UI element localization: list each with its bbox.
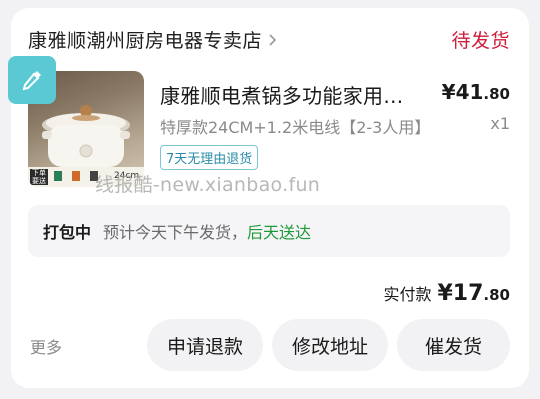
order-card[interactable]: 康雅顺潮州厨房电器专卖店 待发货 下单要送 24cm 康雅顺电煮锅多功能家用… …: [11, 8, 529, 388]
shipping-estimate: 预计今天下午发货，: [103, 223, 248, 242]
paid-amount-row: 实付款 ¥17.80: [383, 281, 510, 306]
paid-label: 实付款: [383, 285, 432, 304]
shipping-status-box[interactable]: 打包中 预计今天下午发货， 后天送达: [28, 205, 510, 257]
floating-dropper-button[interactable]: [8, 56, 56, 104]
order-status: 待发货: [451, 30, 510, 52]
change-address-button[interactable]: 修改地址: [272, 319, 388, 371]
refund-button[interactable]: 申请退款: [147, 319, 263, 371]
store-link[interactable]: 康雅顺潮州厨房电器专卖店: [28, 26, 280, 53]
product-price: ¥41.80: [442, 80, 510, 104]
product-quantity: x1: [490, 114, 510, 133]
shipping-arrival: 后天送达: [247, 223, 312, 242]
shipping-label: 打包中: [43, 223, 92, 242]
price-integer: 41: [455, 80, 484, 104]
urge-shipping-button[interactable]: 催发货: [397, 319, 510, 371]
product-title[interactable]: 康雅顺电煮锅多功能家用…: [160, 80, 404, 109]
chevron-right-icon: [269, 33, 277, 46]
store-name[interactable]: 康雅顺潮州厨房电器专卖店: [28, 26, 262, 53]
price-decimal: .80: [483, 85, 510, 103]
paid-integer: 17: [452, 281, 484, 306]
product-spec: 特厚款24CM+1.2米电线【2-3人用】: [160, 118, 431, 137]
paid-amount: ¥17.80: [437, 281, 510, 306]
eyedropper-icon: [22, 71, 41, 91]
price-symbol: ¥: [441, 80, 456, 104]
paid-symbol: ¥: [437, 281, 453, 306]
return-policy-tag: 7天无理由退货: [160, 145, 259, 170]
paid-decimal: .80: [483, 286, 510, 304]
more-button[interactable]: 更多: [30, 334, 62, 358]
image-badge: 下单要送: [32, 169, 46, 185]
watermark-text: 线报酷-new.xianbao.fun: [95, 174, 321, 196]
